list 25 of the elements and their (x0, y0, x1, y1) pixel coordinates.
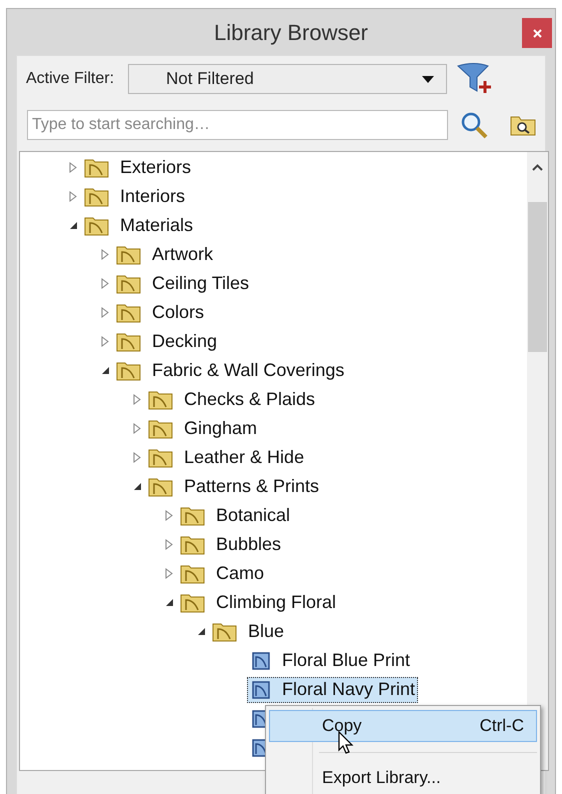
tree-item[interactable]: Climbing Floral (216, 589, 336, 616)
menu-item[interactable]: Export Library... (269, 762, 537, 794)
tree-item[interactable]: Patterns & Prints (184, 473, 320, 500)
tree-item[interactable]: Colors (152, 299, 204, 326)
tree-item[interactable]: Floral Blue Print (247, 648, 414, 674)
search-field[interactable]: Type to start searching… (27, 110, 448, 140)
tree-item[interactable]: Artwork (152, 241, 214, 268)
tree-item[interactable]: Botanical (216, 502, 290, 529)
menu-item[interactable]: Copy Ctrl-C (269, 710, 537, 742)
tree-item[interactable]: Camo (216, 560, 264, 587)
tree-item[interactable]: Leather & Hide (184, 444, 304, 471)
tree-item[interactable]: Ceiling Tiles (152, 270, 250, 297)
tree-item[interactable]: Interiors (120, 183, 186, 210)
tree-item[interactable]: Decking (152, 328, 218, 355)
tree-item[interactable]: Blue (248, 618, 284, 645)
filter-label: Active Filter: (26, 69, 116, 89)
window-title: Library Browser (214, 18, 368, 47)
filter-dropdown[interactable]: Not Filtered (128, 64, 447, 94)
tree-item[interactable]: Checks & Plaids (184, 386, 316, 413)
tree-item[interactable]: Gingham (184, 415, 258, 442)
tree-item[interactable]: Materials (120, 212, 194, 239)
tree-item[interactable]: Floral Navy Print (247, 676, 418, 702)
tree-item[interactable]: Fabric & Wall Coverings (152, 357, 344, 384)
tree-item[interactable]: Bubbles (216, 531, 282, 558)
tree-item[interactable]: Exteriors (120, 154, 192, 181)
